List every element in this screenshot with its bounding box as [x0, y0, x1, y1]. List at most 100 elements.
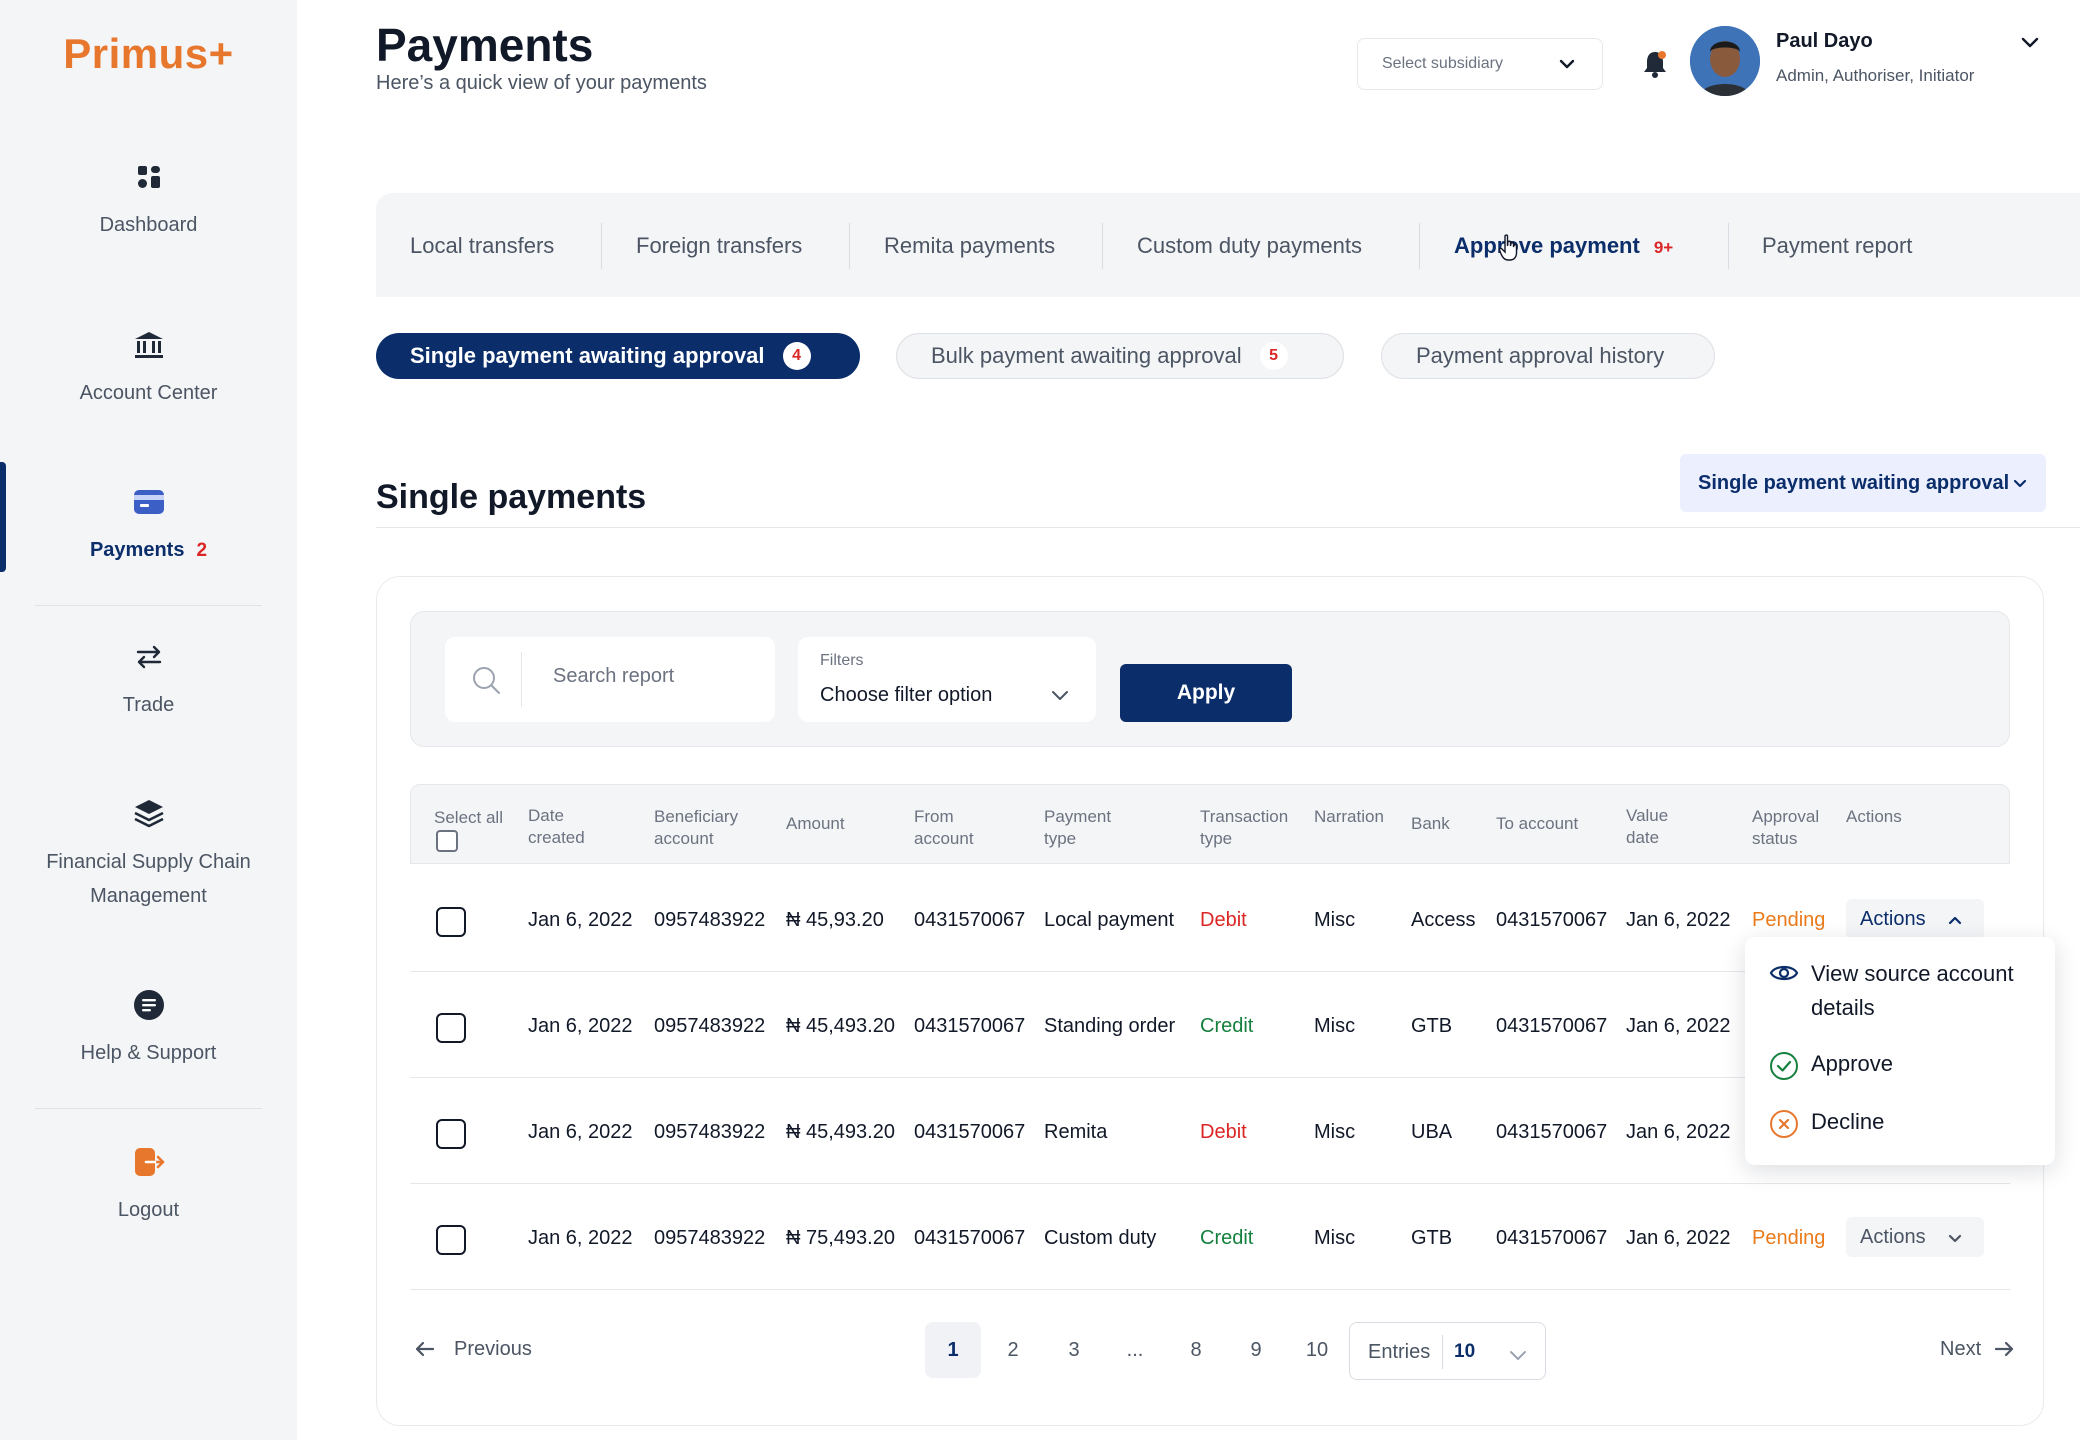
- next-label: Next: [1940, 1337, 1982, 1360]
- cell-beneficiary: 0957483922: [654, 1121, 766, 1143]
- pill-approval-history[interactable]: Payment approval history: [1381, 333, 1715, 379]
- search-input[interactable]: [553, 665, 753, 688]
- th-line: status: [1752, 829, 1798, 848]
- tab-payment-report[interactable]: Payment report: [1762, 233, 1912, 259]
- search-box[interactable]: [445, 637, 775, 722]
- select-all-checkbox[interactable]: [436, 830, 458, 852]
- tab-local-transfers[interactable]: Local transfers: [410, 233, 554, 259]
- cell-value-date: Jan 6, 2022: [1626, 1227, 1731, 1249]
- page-button[interactable]: 3: [1046, 1322, 1102, 1378]
- cell-from-account: 0431570067: [914, 1227, 1026, 1249]
- table-row: Jan 6, 2022 0957483922 ₦ 75,493.20 04315…: [410, 1184, 2010, 1290]
- filter-label: Filters: [820, 652, 864, 669]
- pill-bulk-payment[interactable]: Bulk payment awaiting approval 5: [896, 333, 1344, 379]
- tab-label: Approve payment: [1454, 233, 1640, 258]
- th-bank: Bank: [1411, 814, 1450, 833]
- payment-view-select[interactable]: Single payment waiting approval: [1680, 454, 2046, 512]
- page-button[interactable]: 2: [985, 1322, 1041, 1378]
- page-title: Payments: [376, 19, 594, 71]
- row-checkbox[interactable]: [436, 1119, 466, 1149]
- chevron-up-icon: [1948, 916, 1962, 925]
- page-button[interactable]: 10: [1289, 1322, 1345, 1378]
- cell-to-account: 0431570067: [1496, 1015, 1608, 1037]
- layers-icon: [133, 800, 164, 828]
- next-button[interactable]: Next: [1940, 1336, 2017, 1362]
- th-approval-status: Approval status: [1752, 806, 1819, 850]
- cell-bank: UBA: [1411, 1121, 1453, 1143]
- avatar[interactable]: [1690, 26, 1760, 96]
- cell-from-account: 0431570067: [914, 1121, 1026, 1143]
- cell-transaction-type: Credit: [1200, 1227, 1254, 1249]
- th-line: account: [654, 829, 714, 848]
- tab-divider: [849, 223, 850, 269]
- page-ellipsis: ...: [1126, 1339, 1144, 1361]
- tab-divider: [1728, 223, 1729, 269]
- cell-approval-status: Pending: [1752, 909, 1826, 931]
- eye-icon: [1769, 965, 1799, 981]
- cell-bank: GTB: [1411, 1015, 1453, 1037]
- sidebar-item-payments[interactable]: Payments 2: [0, 485, 297, 567]
- cell-payment-type: Standing order: [1044, 1015, 1176, 1037]
- pill-label: Single payment awaiting approval: [410, 343, 765, 368]
- menu-item-label: Decline: [1811, 1109, 1885, 1134]
- payment-view-value: Single payment waiting approval: [1698, 471, 2010, 494]
- actions-button[interactable]: Actions: [1846, 899, 1984, 939]
- previous-button[interactable]: Previous: [412, 1336, 532, 1362]
- cell-beneficiary: 0957483922: [654, 1015, 766, 1037]
- row-checkbox[interactable]: [436, 907, 466, 937]
- cell-value-date: Jan 6, 2022: [1626, 1015, 1731, 1037]
- bell-icon[interactable]: [1640, 48, 1670, 80]
- page-button[interactable]: 1: [925, 1322, 981, 1378]
- search-divider: [521, 652, 522, 707]
- page-button[interactable]: 9: [1228, 1322, 1284, 1378]
- sidebar-item-trade[interactable]: Trade: [0, 640, 297, 722]
- row-checkbox[interactable]: [436, 1013, 466, 1043]
- cell-to-account: 0431570067: [1496, 1227, 1608, 1249]
- nav-divider: [35, 1108, 262, 1109]
- sidebar-item-dashboard[interactable]: Dashboard: [0, 160, 297, 242]
- section-divider: [376, 527, 2080, 528]
- single-payment-badge: 4: [782, 342, 811, 370]
- cell-narration: Misc: [1314, 1121, 1356, 1143]
- cell-value-date: Jan 6, 2022: [1626, 1121, 1731, 1143]
- th-to-account: To account: [1496, 814, 1579, 833]
- th-narration: Narration: [1314, 807, 1384, 826]
- cell-date: Jan 6, 2022: [528, 1227, 633, 1249]
- sidebar-item-financial-supply-chain[interactable]: Financial Supply Chain Management: [0, 797, 297, 913]
- sidebar-item-logout[interactable]: Logout: [0, 1145, 297, 1227]
- brand-logo: Primus+: [63, 30, 234, 77]
- chevron-down-icon: [1948, 1234, 1962, 1243]
- sidebar-item-label: Financial Supply Chain Management: [46, 851, 251, 907]
- payments-badge: 2: [196, 540, 208, 561]
- cell-payment-type: Local payment: [1044, 909, 1175, 931]
- page-button[interactable]: 8: [1168, 1322, 1224, 1378]
- th-beneficiary: Beneficiary account: [654, 806, 738, 850]
- pill-label: Bulk payment awaiting approval: [931, 343, 1242, 368]
- sidebar-item-account-center[interactable]: Account Center: [0, 328, 297, 410]
- th-actions: Actions: [1846, 807, 1902, 826]
- chevron-down-icon[interactable]: [2018, 30, 2042, 54]
- cell-beneficiary: 0957483922: [654, 1227, 766, 1249]
- filter-select[interactable]: Filters Choose filter option: [798, 637, 1096, 722]
- logout-icon: [134, 1148, 164, 1176]
- tab-foreign-transfers[interactable]: Foreign transfers: [636, 233, 802, 259]
- x-circle-icon: [1770, 1110, 1798, 1138]
- actions-button[interactable]: Actions: [1846, 1217, 1984, 1257]
- tab-remita-payments[interactable]: Remita payments: [884, 233, 1055, 259]
- chevron-down-icon: [1052, 691, 1068, 700]
- tab-custom-duty-payments[interactable]: Custom duty payments: [1137, 233, 1362, 259]
- row-checkbox[interactable]: [436, 1225, 466, 1255]
- actions-label: Actions: [1860, 1225, 1926, 1248]
- cell-amount: ₦ 45,93.20: [786, 909, 884, 931]
- entries-select[interactable]: Entries 10: [1349, 1322, 1546, 1380]
- th-select-all: Select all: [434, 808, 503, 827]
- cell-transaction-type: Credit: [1200, 1015, 1254, 1037]
- apply-button[interactable]: Apply: [1120, 664, 1292, 722]
- pill-single-payment[interactable]: Single payment awaiting approval 4: [376, 333, 860, 379]
- cell-bank: Access: [1411, 909, 1476, 931]
- subsidiary-select[interactable]: Select subsidiary: [1357, 38, 1603, 90]
- menu-item-label: Approve: [1811, 1051, 1893, 1076]
- tab-approve-payment[interactable]: Approve payment 9+: [1454, 233, 1673, 259]
- cell-bank: GTB: [1411, 1227, 1453, 1249]
- sidebar-item-help-support[interactable]: Help & Support: [0, 988, 297, 1070]
